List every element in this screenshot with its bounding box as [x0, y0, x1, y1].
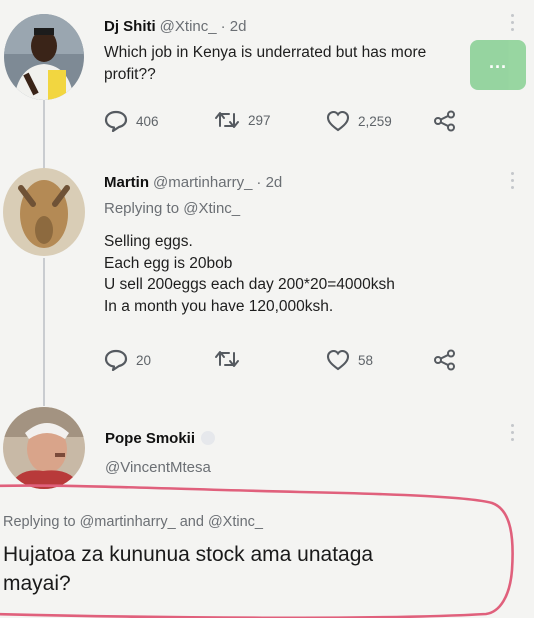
- reply-icon: [104, 349, 128, 371]
- share-icon: [434, 110, 455, 132]
- tweet-text: Which job in Kenya is underrated but has…: [104, 42, 524, 85]
- retweet-count: 297: [248, 112, 271, 128]
- avatar-martin[interactable]: [3, 168, 85, 256]
- share-button[interactable]: [433, 110, 457, 132]
- author-name[interactable]: Martin: [104, 174, 149, 191]
- author-handle[interactable]: @martinharry_: [153, 174, 252, 191]
- reply-button[interactable]: 20: [104, 349, 151, 371]
- retweet-button[interactable]: 297: [214, 110, 271, 130]
- like-button[interactable]: 58: [326, 349, 373, 371]
- like-icon: [326, 349, 350, 371]
- retweet-button[interactable]: [214, 349, 240, 369]
- replying-to: Replying to @martinharry_ and @Xtinc_: [3, 514, 263, 530]
- replying-to-mention[interactable]: @Xtinc_: [208, 514, 263, 530]
- overlay-more-button[interactable]: ...: [470, 40, 526, 90]
- replying-to-mention[interactable]: @martinharry_: [80, 514, 176, 530]
- tweet-text-line: mayai?: [3, 572, 71, 595]
- tweet-text: Selling eggs. Each egg is 20bob U sell 2…: [104, 231, 524, 317]
- overlay-more-label: ...: [488, 52, 507, 72]
- replying-to-prefix: Replying to: [3, 514, 76, 530]
- replying-to: Replying to @Xtinc_: [104, 200, 240, 217]
- like-button[interactable]: 2,259: [326, 110, 392, 132]
- avatar-dj-shiti[interactable]: [4, 14, 84, 100]
- reply-icon: [104, 110, 128, 132]
- author-handle[interactable]: @VincentMtesa: [105, 459, 211, 476]
- more-options-icon[interactable]: [511, 172, 515, 193]
- replying-to-prefix: Replying to: [104, 200, 180, 217]
- retweet-icon: [215, 351, 239, 367]
- more-options-icon[interactable]: [511, 424, 515, 445]
- tweet-header: Martin @martinharry_ · 2d: [104, 174, 282, 191]
- author-handle[interactable]: @Xtinc_: [160, 18, 217, 35]
- tweet-time[interactable]: · 2d: [256, 174, 282, 191]
- author-name[interactable]: Pope Smokii: [105, 430, 195, 447]
- retweet-icon: [215, 112, 239, 128]
- like-count: 2,259: [358, 113, 392, 129]
- author-name[interactable]: Dj Shiti: [104, 18, 156, 35]
- tweet-text-line: Which job in Kenya is underrated but has…: [104, 44, 427, 61]
- tweet-actions: 406 297 2,259: [0, 110, 534, 134]
- like-count: 58: [358, 352, 374, 368]
- tweet-text-line: Hujatoa za kununua stock ama unataga: [3, 543, 374, 566]
- tweet-header: Dj Shiti @Xtinc_ · 2d: [104, 18, 246, 35]
- tweet-text-line: In a month you have 120,000ksh.: [104, 297, 334, 315]
- reply-count: 20: [136, 352, 152, 368]
- replying-to-mention[interactable]: @Xtinc_: [183, 200, 240, 217]
- tweet-text: Hujatoa za kununua stock ama unataga may…: [3, 540, 523, 598]
- tweet-text-line: profit??: [104, 65, 156, 83]
- tweet-header: Pope Smokii: [105, 430, 216, 447]
- reply-count: 406: [136, 113, 159, 129]
- tweet-time[interactable]: · 2d: [221, 18, 247, 35]
- share-button[interactable]: [433, 349, 457, 371]
- thread-line: [43, 258, 45, 406]
- more-options-icon[interactable]: [511, 14, 515, 35]
- share-icon: [434, 349, 455, 371]
- tweet-actions: 20 58: [0, 349, 534, 373]
- avatar-pope-smokii[interactable]: [3, 407, 85, 489]
- verified-badge-icon: [201, 431, 216, 445]
- tweet-text-line: U sell 200eggs each day 200*20=4000ksh: [104, 276, 395, 293]
- replying-to-and: and: [179, 514, 204, 530]
- reply-button[interactable]: 406: [104, 110, 159, 132]
- tweet-text-line: Each egg is 20bob: [104, 254, 233, 272]
- tweet-text-line: Selling eggs.: [104, 233, 193, 250]
- like-icon: [326, 110, 350, 132]
- author-handle-row: @VincentMtesa: [105, 459, 211, 476]
